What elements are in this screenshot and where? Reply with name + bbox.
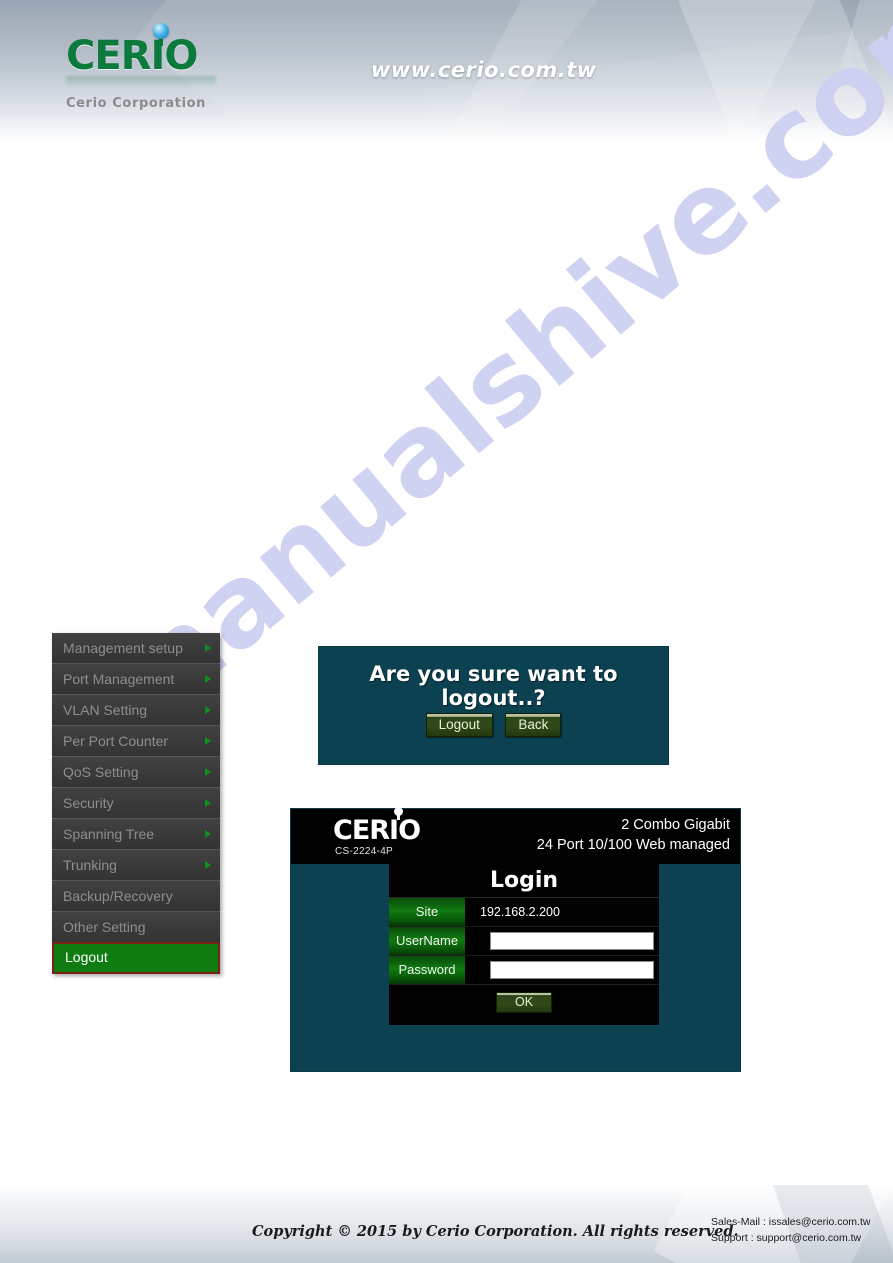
sidebar-item-label: Logout xyxy=(65,949,108,965)
login-ok-button[interactable]: OK xyxy=(495,992,553,1013)
sidebar-item-label: Per Port Counter xyxy=(63,733,169,749)
device-model-number: CS-2224-4P xyxy=(335,846,394,857)
chevron-right-icon xyxy=(205,799,211,807)
username-label: UserName xyxy=(389,927,466,955)
logo-blue-dot-icon xyxy=(153,23,169,39)
sidebar-item-label: Port Management xyxy=(63,671,175,687)
sidebar-item-qos-setting[interactable]: QoS Setting xyxy=(52,757,220,788)
sidebar-item-trunking[interactable]: Trunking xyxy=(52,850,220,881)
banner-logo-dot-icon xyxy=(394,807,403,816)
chevron-right-icon xyxy=(205,675,211,683)
page-header: CERIO Cerio Corporation www.cerio.com.tw xyxy=(0,0,893,140)
sidebar-item-spanning-tree[interactable]: Spanning Tree xyxy=(52,819,220,850)
copyright-text: Copyright © 2015 by Cerio Corporation. A… xyxy=(252,1223,739,1240)
device-spec-line-1: 2 Combo Gigabit xyxy=(621,817,730,833)
password-value-cell xyxy=(466,956,659,984)
sidebar-item-label: QoS Setting xyxy=(63,764,139,780)
sidebar-item-other-setting[interactable]: Other Setting xyxy=(52,912,220,943)
banner-cerio-logo: CERIO xyxy=(333,815,421,846)
sidebar-item-label: Trunking xyxy=(63,857,117,873)
cerio-logo-text: CERIO xyxy=(66,33,198,79)
confirm-logout-button[interactable]: Logout xyxy=(425,713,493,737)
login-row-site: Site 192.168.2.200 xyxy=(389,898,659,927)
password-label: Password xyxy=(389,956,466,984)
login-form: Login Site 192.168.2.200 UserName Passwo… xyxy=(389,864,659,1025)
chevron-right-icon xyxy=(205,768,211,776)
login-actions-row: OK xyxy=(389,985,659,1025)
company-name: Cerio Corporation xyxy=(66,96,207,111)
sidebar-item-backup-recovery[interactable]: Backup/Recovery xyxy=(52,881,220,912)
device-spec-line-2: 24 Port 10/100 Web managed xyxy=(536,836,730,853)
website-url: www.cerio.com.tw xyxy=(371,58,597,82)
login-row-username: UserName xyxy=(389,927,659,956)
device-spec: 2 Combo Gigabit 24 Port 10/100 Web manag… xyxy=(537,816,730,855)
contact-info: Sales-Mail : issales@cerio.com.tw Suppor… xyxy=(711,1215,870,1247)
login-row-password: Password xyxy=(389,956,659,985)
page-footer: Copyright © 2015 by Cerio Corporation. A… xyxy=(0,1185,893,1263)
sidebar-item-vlan-setting[interactable]: VLAN Setting xyxy=(52,695,220,726)
chevron-right-icon xyxy=(205,706,211,714)
chevron-right-icon xyxy=(205,737,211,745)
sidebar-item-label: Security xyxy=(63,795,114,811)
confirm-back-button[interactable]: Back xyxy=(505,713,562,737)
confirm-dialog-actions: Logout Back xyxy=(319,713,668,737)
chevron-right-icon xyxy=(205,861,211,869)
sidebar-item-security[interactable]: Security xyxy=(52,788,220,819)
logo-reflection xyxy=(66,76,216,88)
site-value: 192.168.2.200 xyxy=(466,898,659,926)
sidebar-item-label: Other Setting xyxy=(63,919,146,935)
support-mail: Support : support@cerio.com.tw xyxy=(711,1231,862,1244)
chevron-right-icon xyxy=(205,644,211,652)
login-panel-banner: CERIO CS-2224-4P 2 Combo Gigabit 24 Port… xyxy=(291,807,740,864)
sales-mail: Sales-Mail : issales@cerio.com.tw xyxy=(711,1216,871,1228)
sidebar-item-per-port-counter[interactable]: Per Port Counter xyxy=(52,726,220,757)
chevron-right-icon xyxy=(205,830,211,838)
switch-login-panel: CERIO CS-2224-4P 2 Combo Gigabit 24 Port… xyxy=(290,807,741,1072)
sidebar-item-management-setup[interactable]: Management setup xyxy=(52,633,220,664)
sidebar-item-label: VLAN Setting xyxy=(63,702,148,718)
navigation-sidebar: Management setup Port Management VLAN Se… xyxy=(52,633,220,974)
site-label: Site xyxy=(389,898,466,926)
password-input[interactable] xyxy=(490,961,654,979)
logout-confirm-dialog: Are you sure want to logout..? Logout Ba… xyxy=(318,646,669,765)
username-input[interactable] xyxy=(490,932,654,950)
username-value-cell xyxy=(466,927,659,955)
confirm-dialog-title: Are you sure want to logout..? xyxy=(369,662,618,710)
sidebar-item-label: Spanning Tree xyxy=(63,826,155,842)
sidebar-item-label: Management setup xyxy=(63,640,183,656)
login-form-title: Login xyxy=(389,864,659,898)
cerio-logo: CERIO Cerio Corporation xyxy=(66,23,296,111)
sidebar-item-port-management[interactable]: Port Management xyxy=(52,664,220,695)
sidebar-item-logout[interactable]: Logout xyxy=(52,942,220,974)
sidebar-item-label: Backup/Recovery xyxy=(63,888,173,904)
